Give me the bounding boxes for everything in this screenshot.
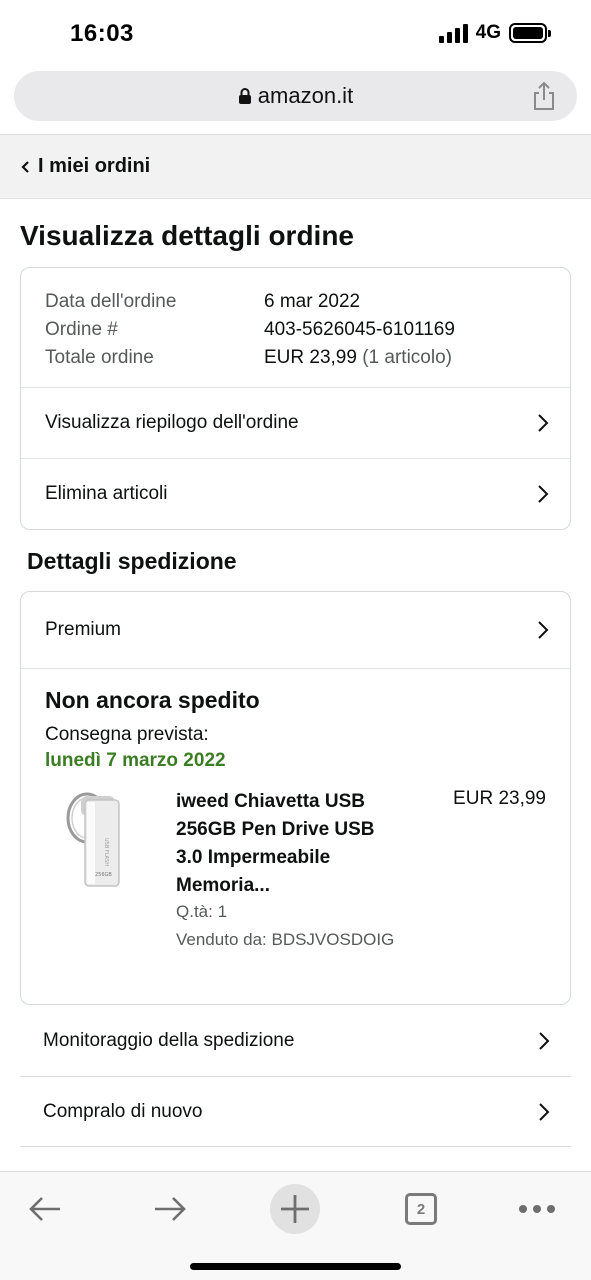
signal-icon xyxy=(438,23,468,43)
back-button[interactable] xyxy=(20,1184,70,1234)
lock-icon xyxy=(238,88,251,104)
order-total-value: EUR 23,99 (1 articolo) xyxy=(264,344,452,372)
order-total-amount: EUR 23,99 xyxy=(264,347,357,368)
browser-toolbar: 2 xyxy=(0,1171,591,1280)
order-number-value: 403-5626045-6101169 xyxy=(264,319,455,340)
more-menu-button[interactable] xyxy=(512,1184,562,1234)
product-seller: Venduto da: BDSJVOSDOIG xyxy=(176,930,395,949)
status-indicators: 4G xyxy=(438,22,551,44)
view-order-summary-label: Visualizza riepilogo dell'ordine xyxy=(45,412,299,433)
new-tab-button[interactable] xyxy=(270,1184,320,1234)
more-dots-icon xyxy=(519,1205,555,1213)
network-type: 4G xyxy=(475,22,501,43)
status-bar: 16:03 4G xyxy=(0,0,591,66)
breadcrumb-label: I miei ordini xyxy=(38,155,151,177)
product-price: EUR 23,99 xyxy=(453,788,546,809)
chevron-right-icon xyxy=(539,1102,550,1121)
delete-items-label: Elimina articoli xyxy=(45,483,168,504)
shipment-details: Non ancora spedito Consegna prevista: lu… xyxy=(21,669,570,968)
battery-icon xyxy=(509,23,551,43)
url-text: amazon.it xyxy=(257,83,354,108)
svg-text:256GB: 256GB xyxy=(95,872,112,878)
delivery-eta-label: Consegna prevista: xyxy=(45,724,209,745)
shipping-method-label: Premium xyxy=(45,619,122,640)
order-date-label: Data dell'ordine xyxy=(45,291,177,312)
svg-text:USB FLASH: USB FLASH xyxy=(103,838,109,866)
plus-icon xyxy=(281,1195,309,1223)
address-bar[interactable]: amazon.it xyxy=(14,71,577,121)
order-summary-card: Data dell'ordine 6 mar 2022 Ordine # 403… xyxy=(20,267,571,530)
breadcrumb[interactable]: I miei ordini xyxy=(0,135,591,199)
buy-again-link[interactable]: Compralo di nuovo xyxy=(20,1077,571,1147)
order-date-value: 6 mar 2022 xyxy=(264,291,361,312)
order-total-label: Totale ordine xyxy=(45,347,154,368)
order-info: Data dell'ordine 6 mar 2022 Ordine # 403… xyxy=(21,268,570,388)
product-quantity: Q.tà: 1 xyxy=(176,902,228,921)
home-indicator xyxy=(190,1263,401,1270)
arrow-right-icon xyxy=(155,1197,186,1221)
arrow-left-icon xyxy=(29,1197,60,1221)
tab-count: 2 xyxy=(405,1193,437,1225)
tabs-button[interactable]: 2 xyxy=(396,1184,446,1234)
shipping-method-link[interactable]: Premium xyxy=(21,592,570,669)
page-title: Visualizza dettagli ordine xyxy=(20,220,355,251)
buy-again-label: Compralo di nuovo xyxy=(43,1100,203,1122)
order-item: USB FLASH 256GB iweed Chiavetta USB 256G… xyxy=(45,788,546,968)
shipping-section-title: Dettagli spedizione xyxy=(27,548,237,574)
chevron-right-icon xyxy=(538,621,549,639)
share-icon[interactable] xyxy=(531,81,557,111)
chevron-right-icon xyxy=(539,1032,550,1050)
chevron-right-icon xyxy=(538,485,549,503)
shipping-card: Premium Non ancora spedito Consegna prev… xyxy=(20,591,571,1005)
chevron-right-icon xyxy=(538,414,549,432)
status-time: 16:03 xyxy=(70,20,134,47)
track-shipment-label: Monitoraggio della spedizione xyxy=(43,1030,295,1051)
chevron-left-icon xyxy=(21,160,29,173)
order-total-items: (1 articolo) xyxy=(362,347,452,368)
view-order-summary-link[interactable]: Visualizza riepilogo dell'ordine xyxy=(21,388,570,459)
delivery-eta-date: lunedì 7 marzo 2022 xyxy=(45,750,226,771)
forward-button[interactable] xyxy=(145,1184,195,1234)
shipment-status: Non ancora spedito xyxy=(45,687,260,713)
track-shipment-link[interactable]: Monitoraggio della spedizione xyxy=(20,1006,571,1077)
usb-drive-image[interactable]: USB FLASH 256GB xyxy=(65,788,137,898)
product-title-link[interactable]: iweed Chiavetta USB 256GB Pen Drive USB … xyxy=(176,788,406,900)
order-number-label: Ordine # xyxy=(45,319,118,340)
delete-items-link[interactable]: Elimina articoli xyxy=(21,459,570,529)
